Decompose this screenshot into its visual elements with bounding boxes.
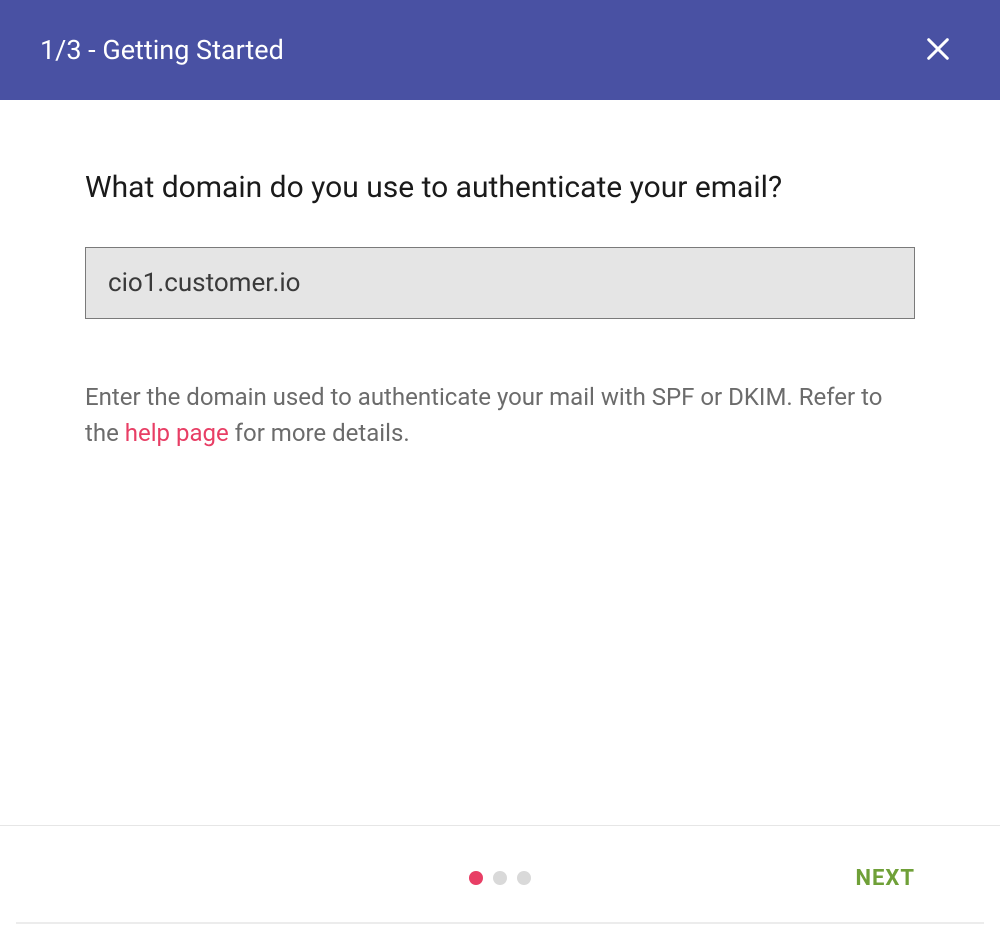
helper-text: Enter the domain used to authenticate yo… — [85, 379, 915, 451]
footer-divider — [16, 922, 984, 924]
step-dot-2 — [493, 871, 507, 885]
wizard-step-title: 1/3 - Getting Started — [40, 34, 284, 66]
help-page-link[interactable]: help page — [125, 419, 229, 447]
close-button[interactable] — [916, 27, 960, 74]
wizard-header: 1/3 - Getting Started — [0, 0, 1000, 100]
wizard-content: What domain do you use to authenticate y… — [0, 100, 1000, 451]
question-heading: What domain do you use to authenticate y… — [85, 170, 915, 205]
step-dot-1 — [469, 871, 483, 885]
wizard-footer: NEXT — [0, 825, 1000, 930]
helper-text-after: for more details. — [229, 419, 410, 447]
domain-input[interactable] — [85, 247, 915, 319]
close-icon — [924, 35, 952, 66]
step-dot-3 — [517, 871, 531, 885]
next-button[interactable]: NEXT — [856, 866, 916, 891]
step-indicator — [469, 871, 531, 885]
